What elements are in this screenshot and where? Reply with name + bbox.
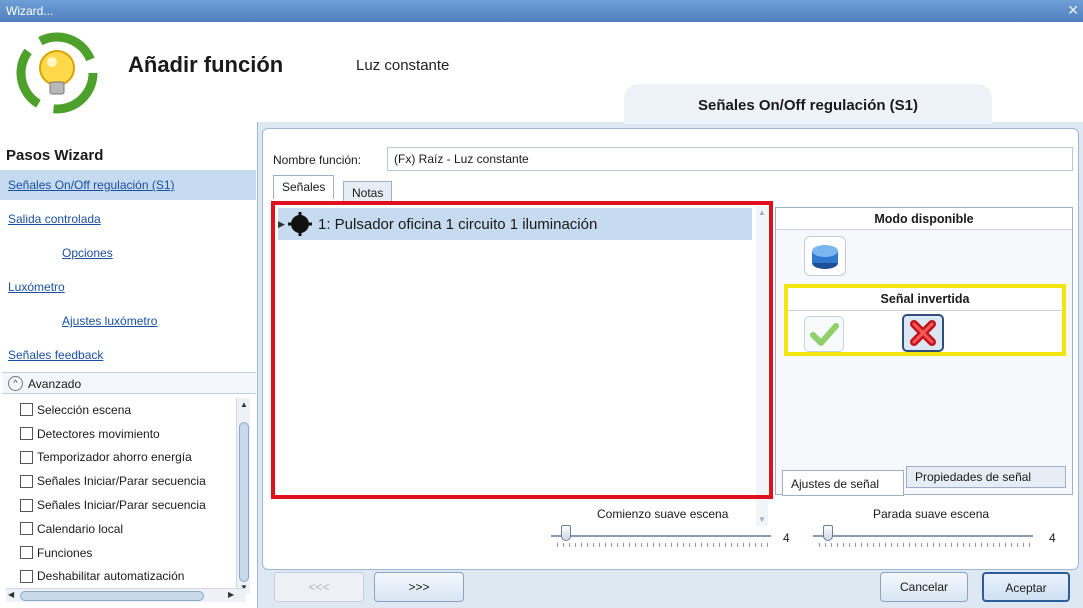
next-button[interactable]: >>> <box>374 572 464 602</box>
checkbox[interactable] <box>20 427 33 441</box>
wizard-header: Añadir función Luz constante Señales On/… <box>0 22 1083 124</box>
function-name-input[interactable]: (Fx) Raíz - Luz constante <box>387 147 1073 171</box>
checkbox[interactable] <box>20 569 33 583</box>
wizard-steps-panel: Pasos Wizard Señales On/Off regulación (… <box>0 122 258 608</box>
accept-button[interactable]: Aceptar <box>982 572 1070 602</box>
option-label: Temporizador ahorro energía <box>37 450 192 465</box>
checkbox[interactable] <box>20 450 33 464</box>
divider <box>788 310 1062 311</box>
option-label: Deshabilitar automatización <box>37 569 185 584</box>
slider-ticks <box>819 543 1033 547</box>
page-title: Añadir función <box>128 52 284 77</box>
horizontal-scrollbar[interactable]: ◀ ▶ <box>6 588 246 602</box>
option-label: Detectores movimiento <box>37 426 160 441</box>
slider-thumb[interactable] <box>561 525 571 541</box>
option-label: Selección escena <box>37 402 132 417</box>
scroll-down-icon[interactable]: ▼ <box>758 515 766 524</box>
blue-button-icon <box>812 245 838 269</box>
adv-option[interactable]: Calendario local <box>18 517 238 541</box>
slider-track <box>813 535 1033 537</box>
soft-stop-slider[interactable] <box>813 525 1033 549</box>
scroll-up-icon[interactable]: ▲ <box>240 400 248 409</box>
scrollbar-thumb[interactable] <box>20 591 204 601</box>
adv-option[interactable]: Señales Iniciar/Parar secuencia <box>18 469 238 493</box>
expand-arrow-icon[interactable]: ▶ <box>278 219 286 230</box>
step-link-luxmeter-settings[interactable]: Ajustes luxómetro <box>0 306 256 336</box>
check-icon <box>810 323 839 346</box>
function-type: Luz constante <box>356 57 450 74</box>
scroll-up-icon[interactable]: ▲ <box>758 208 766 217</box>
cancel-button[interactable]: Cancelar <box>880 572 968 602</box>
adv-option[interactable]: Funciones <box>18 541 238 565</box>
option-label: Señales Iniciar/Parar secuencia <box>37 474 206 489</box>
chevron-up-icon: ^ <box>8 376 23 391</box>
checkbox[interactable] <box>20 546 33 560</box>
scroll-right-icon[interactable]: ▶ <box>228 590 234 599</box>
window-title: Wizard... <box>6 4 54 18</box>
adv-option[interactable]: Señales Iniciar/Parar secuencia <box>18 493 238 517</box>
tab-signals[interactable]: Señales <box>273 175 335 199</box>
back-button[interactable]: <<< <box>274 572 364 602</box>
step-link-feedback[interactable]: Señales feedback <box>0 340 256 370</box>
advanced-toggle[interactable]: ^ Avanzado <box>2 372 256 394</box>
pushbutton-icon <box>288 212 312 236</box>
option-label: Señales Iniciar/Parar secuencia <box>37 498 206 513</box>
tab-notes[interactable]: Notas <box>343 181 393 203</box>
step-link-options[interactable]: Opciones <box>0 238 256 268</box>
inverted-title: Señal invertida <box>880 292 970 306</box>
mode-title: Modo disponible <box>776 208 1072 230</box>
signals-scrollbar[interactable]: ▲ ▼ <box>756 206 768 526</box>
tab-signal-settings[interactable]: Ajustes de señal <box>782 470 904 496</box>
option-label: Funciones <box>37 545 93 560</box>
checkbox[interactable] <box>20 522 33 536</box>
soft-start-value: 4 <box>783 531 790 545</box>
checkbox[interactable] <box>20 474 33 488</box>
function-editor-panel: Nombre función: (Fx) Raíz - Luz constant… <box>262 128 1079 570</box>
adv-option[interactable]: Deshabilitar automatización <box>18 565 238 589</box>
current-step-tab: Señales On/Off regulación (S1) <box>624 84 992 124</box>
soft-start-label: Comienzo suave escena <box>597 507 729 521</box>
close-icon[interactable]: ✕ <box>1067 2 1079 19</box>
adv-option[interactable]: Selección escena <box>18 398 238 422</box>
checkbox[interactable] <box>20 403 33 417</box>
advanced-options-list: Selección escena Detectores movimiento T… <box>18 398 238 590</box>
scrollbar-thumb[interactable] <box>239 422 249 582</box>
step-link-luxmeter[interactable]: Luxómetro <box>0 272 256 302</box>
checkbox[interactable] <box>20 498 33 512</box>
tab-signal-properties[interactable]: Propiedades de señal <box>906 466 1066 488</box>
slider-thumb[interactable] <box>823 525 833 541</box>
inverted-signal-group: Señal invertida <box>784 284 1066 356</box>
pushbutton-mode-button[interactable] <box>804 236 846 276</box>
scroll-left-icon[interactable]: ◀ <box>8 590 14 599</box>
cross-icon <box>910 320 936 346</box>
step-link-output[interactable]: Salida controlada <box>0 204 256 234</box>
list-item[interactable]: ▶ 1: Pulsador oficina 1 circuito 1 ilumi… <box>278 208 752 240</box>
steps-title: Pasos Wizard <box>6 147 104 164</box>
inverted-yes-button[interactable] <box>804 316 844 352</box>
step-link-signals[interactable]: Señales On/Off regulación (S1) <box>0 170 256 200</box>
signal-label: 1: Pulsador oficina 1 circuito 1 ilumina… <box>318 215 598 233</box>
window-titlebar: Wizard... ✕ <box>0 0 1083 22</box>
advanced-label: Avanzado <box>28 377 82 391</box>
soft-start-slider[interactable] <box>551 525 771 549</box>
function-name-label: Nombre función: <box>273 153 362 167</box>
vertical-scrollbar[interactable]: ▲ ▼ <box>236 398 250 594</box>
inverted-no-button[interactable] <box>902 314 944 352</box>
signals-list: ▶ 1: Pulsador oficina 1 circuito 1 ilumi… <box>273 203 771 526</box>
soft-stop-label: Parada suave escena <box>873 507 990 521</box>
signal-settings-panel: Modo disponible Señal invertida Ajustes … <box>775 207 1073 496</box>
lightbulb-recycle-icon <box>16 32 98 114</box>
adv-option[interactable]: Detectores movimiento <box>18 422 238 446</box>
adv-option[interactable]: Temporizador ahorro energía <box>18 446 238 470</box>
slider-track <box>551 535 771 537</box>
soft-stop-value: 4 <box>1049 531 1056 545</box>
option-label: Calendario local <box>37 521 124 536</box>
slider-ticks <box>557 543 771 547</box>
